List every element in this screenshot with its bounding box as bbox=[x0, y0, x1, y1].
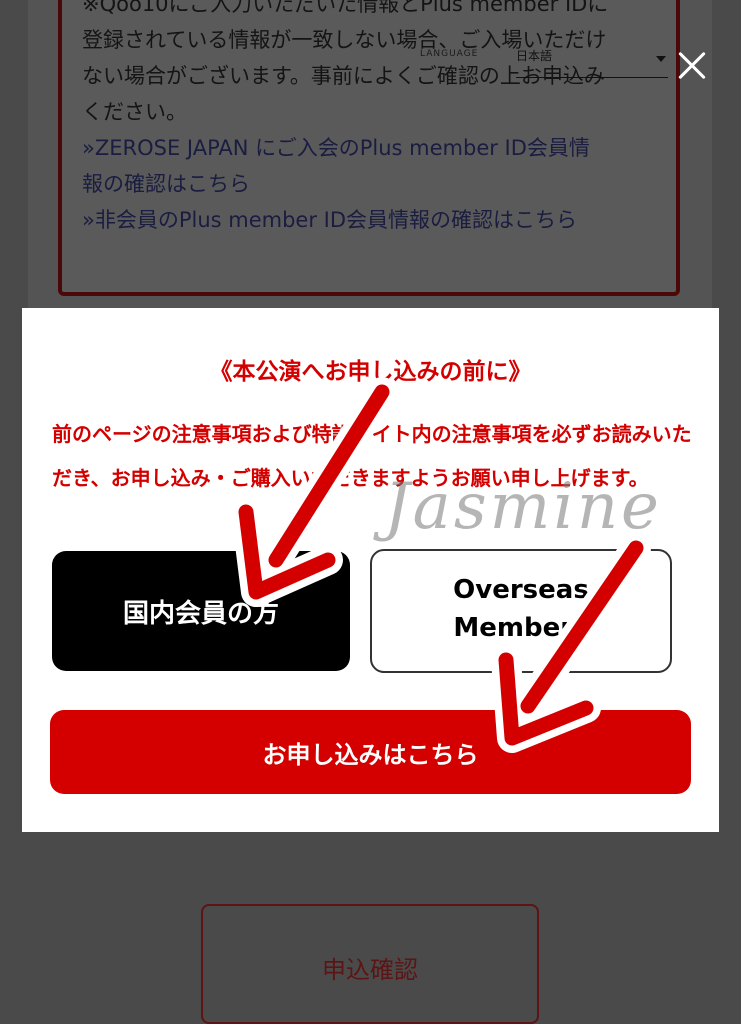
modal-notice: 前のページの注意事項および特設サイト内の注意事項を必ずお読みいただき、お申し込み… bbox=[52, 422, 692, 490]
modal-title: 《本公演へお申し込みの前に》 bbox=[209, 359, 532, 385]
nonmember-link[interactable]: »非会員のPlus member ID会員情報の確認はこちら bbox=[82, 202, 662, 238]
chevron-down-icon bbox=[656, 56, 666, 62]
close-icon[interactable] bbox=[670, 44, 714, 88]
notice-line: ※Qoo10にご入力いただいた情報とPlus member IDに bbox=[82, 0, 609, 16]
overseas-button-line: Members bbox=[453, 613, 589, 643]
language-label: LANGUAGE bbox=[420, 49, 479, 59]
language-value: 日本語 bbox=[516, 49, 553, 63]
notice-line: ください。 bbox=[82, 100, 187, 124]
link-line: »ZEROSE JAPAN にご入会のPlus member ID会員情 bbox=[82, 136, 590, 160]
domestic-member-button[interactable]: 国内会員の方 bbox=[52, 551, 350, 671]
zerose-member-link[interactable]: »ZEROSE JAPAN にご入会のPlus member ID会員情 報の確… bbox=[82, 130, 662, 202]
apply-button[interactable]: お申し込みはこちら bbox=[50, 710, 691, 794]
overseas-button-line: Overseas bbox=[453, 575, 589, 605]
overseas-member-button[interactable]: Overseas Members bbox=[370, 549, 672, 673]
screen: ※Qoo10にご入力いただいた情報とPlus member IDに 登録されてい… bbox=[0, 0, 741, 1024]
link-line: 報の確認はこちら bbox=[82, 172, 250, 196]
confirm-button[interactable]: 申込確認 bbox=[201, 904, 539, 1024]
pre-application-modal: 《本公演へお申し込みの前に》 前のページの注意事項および特設サイト内の注意事項を… bbox=[22, 308, 719, 832]
